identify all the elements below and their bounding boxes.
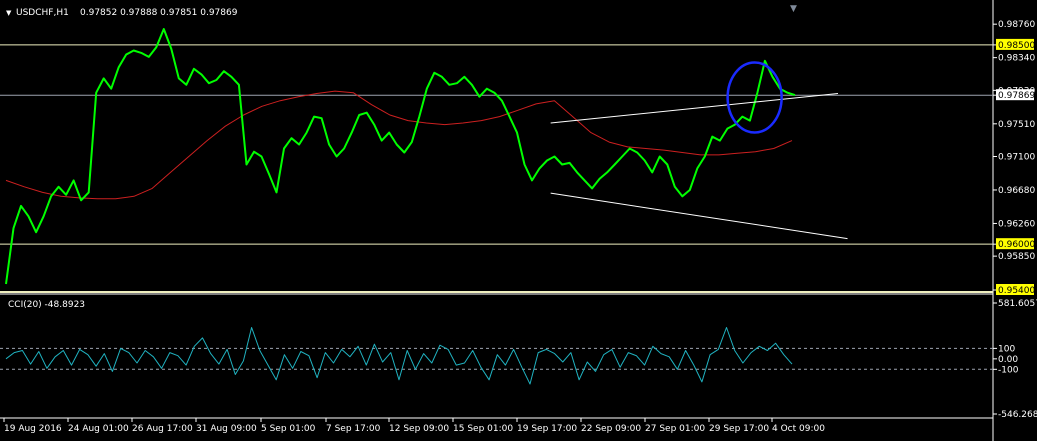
price-tick-label: 0.98340 [998, 54, 1035, 64]
cci-title: CCI(20) -48.8923 [8, 300, 85, 310]
time-tick-label: 5 Sep 01:00 [261, 424, 316, 434]
price-tick-label: 0.95400 [998, 286, 1035, 296]
price-tick-label: 0.97100 [998, 152, 1035, 162]
time-tick-label: 27 Sep 01:00 [645, 424, 705, 434]
time-tick-label: 22 Sep 09:00 [581, 424, 641, 434]
time-tick-label: 26 Aug 17:00 [132, 424, 193, 434]
chart-ohlc: 0.97852 0.97888 0.97851 0.97869 [80, 8, 238, 18]
price-tick-label: 0.95850 [998, 252, 1035, 262]
price-tick-label: 0.97510 [998, 120, 1035, 130]
price-axis: 0.987600.985000.983400.979300.978690.975… [993, 20, 1035, 296]
time-tick-label: 24 Aug 01:00 [68, 424, 129, 434]
price-tick-label: 0.96000 [998, 240, 1035, 250]
chart-title: USDCHF,H1 [16, 8, 69, 18]
price-tick-label: 0.96260 [998, 219, 1035, 229]
time-tick-label: 7 Sep 17:00 [326, 424, 381, 434]
chart-menu-icon[interactable]: ▼ [6, 9, 12, 17]
cci-tick-label: 0.00 [998, 355, 1018, 365]
shift-marker-icon[interactable]: ▼ [790, 4, 797, 14]
time-tick-label: 12 Sep 09:00 [389, 424, 449, 434]
time-tick-label: 19 Aug 2016 [4, 424, 62, 434]
chart-window[interactable]: 0.987600.985000.983400.979300.978690.975… [0, 0, 1037, 441]
chart-background [0, 0, 1037, 441]
cci-tick-label: 581.6057 [998, 299, 1037, 309]
price-tick-label: 0.98500 [998, 41, 1035, 51]
time-tick-label: 31 Aug 09:00 [196, 424, 257, 434]
cci-tick-label: -100 [998, 365, 1019, 375]
cci-tick-label: 100 [998, 344, 1015, 354]
time-tick-label: 4 Oct 09:00 [772, 424, 825, 434]
price-tick-label: 0.98760 [998, 20, 1035, 30]
time-tick-label: 19 Sep 17:00 [517, 424, 577, 434]
time-tick-label: 15 Sep 01:00 [453, 424, 513, 434]
price-tick-label: 0.97869 [998, 91, 1035, 101]
time-tick-label: 29 Sep 17:00 [709, 424, 769, 434]
price-tick-label: 0.96680 [998, 186, 1035, 196]
cci-tick-label: -546.2681 [998, 410, 1037, 420]
